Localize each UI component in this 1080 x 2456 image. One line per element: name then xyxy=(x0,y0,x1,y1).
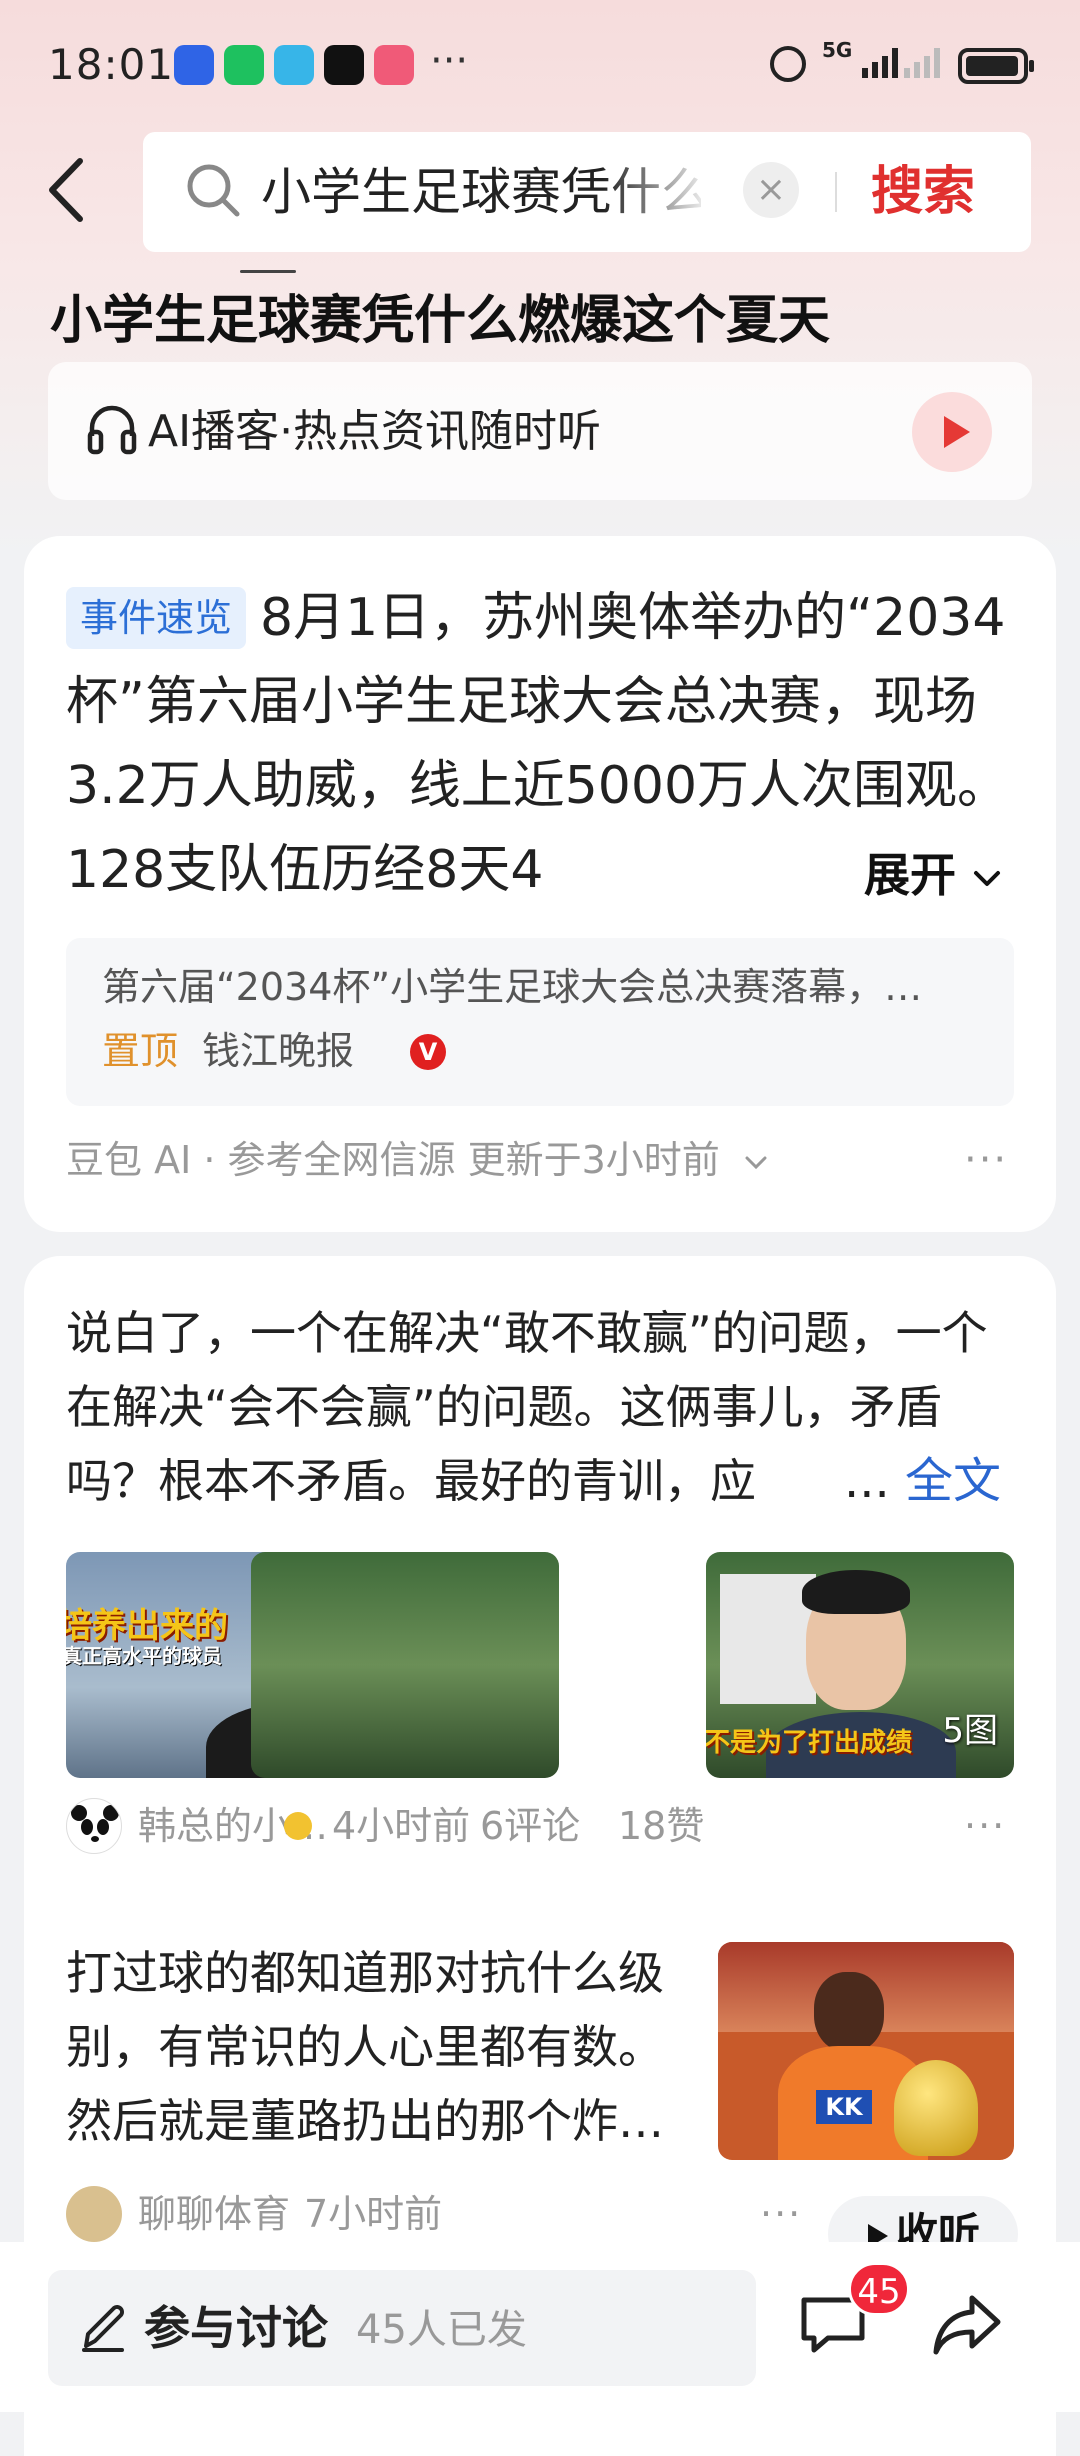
summary-more-button[interactable]: ··· xyxy=(964,1130,1008,1190)
status-bar: 18:01 ··· 5G xyxy=(0,0,1080,135)
comment-count-badge: 45 xyxy=(848,2262,910,2316)
discussion-count: 45人已发 xyxy=(356,2307,527,2353)
status-time: 18:01 xyxy=(48,40,175,89)
post-image-2[interactable] xyxy=(251,1552,559,1778)
reader-app-icon xyxy=(274,45,314,85)
summary-footer[interactable]: 豆包 AI · 参考全网信源 更新于3小时前 xyxy=(66,1130,768,1190)
search-divider xyxy=(835,172,837,212)
post-text[interactable]: 打过球的都知道那对抗什么级别，有常识的人心里都有数。然后就是董路扔出的那个炸… xyxy=(66,1936,706,2158)
panda-avatar[interactable] xyxy=(66,1798,122,1854)
tiktok-app-icon xyxy=(324,45,364,85)
author-avatar[interactable] xyxy=(66,2186,122,2242)
video-app-icon xyxy=(374,45,414,85)
event-tag: 事件速览 xyxy=(66,587,247,649)
comment-count: 6评论 xyxy=(480,1804,581,1848)
post-time: 7小时前 xyxy=(304,2192,443,2236)
chevron-down-icon xyxy=(745,1156,767,1169)
post-meta: 韩总的小… 4小时前 6评论 18赞 ··· xyxy=(66,1796,1026,1856)
headphones-icon xyxy=(86,402,138,460)
source-name: 钱江晚报 xyxy=(202,1029,355,1073)
pen-icon xyxy=(78,2300,128,2358)
baidu-app-icon xyxy=(174,45,214,85)
author-badge-icon xyxy=(284,1812,312,1840)
discussion-input[interactable]: 参与讨论 45人已发 xyxy=(48,2270,756,2386)
source-reference[interactable]: 第六届“2034杯”小学生足球大会总决赛落幕，… 置顶 钱江晚报 V xyxy=(66,938,1014,1106)
pinned-label: 置顶 xyxy=(102,1029,179,1073)
signal-icon xyxy=(862,48,898,78)
summary-footer-text: 豆包 AI · 参考全网信源 更新于3小时前 xyxy=(66,1138,720,1182)
verified-badge-icon: V xyxy=(410,1034,446,1070)
back-icon[interactable] xyxy=(40,155,100,225)
search-button[interactable]: 搜索 xyxy=(871,156,975,228)
status-more-icon: ··· xyxy=(430,38,469,84)
discussion-label: 参与讨论 xyxy=(144,2301,328,2355)
alarm-icon xyxy=(770,46,806,82)
author-name[interactable]: 聊聊体育 xyxy=(138,2184,290,2244)
person-hair xyxy=(802,1570,910,1614)
ellipsis: ... xyxy=(844,1453,890,1509)
post-image-3[interactable]: 不是为了打出成绩 5图 xyxy=(706,1552,1014,1778)
signal-icon-secondary xyxy=(904,48,940,78)
post-more-button[interactable]: ··· xyxy=(760,2184,802,2244)
search-icon xyxy=(185,162,243,224)
battery-icon xyxy=(958,48,1034,84)
player-figure xyxy=(814,1972,884,2052)
podcast-play-button[interactable] xyxy=(912,392,992,472)
scroll-indicator xyxy=(240,270,296,273)
wechat-app-icon xyxy=(224,45,264,85)
full-text-label: 全文 xyxy=(905,1453,1002,1509)
ai-podcast-bar[interactable]: AI播客·热点资讯随时听 xyxy=(48,362,1032,500)
post-image-thumbnail[interactable]: KK xyxy=(718,1942,1014,2160)
trophy xyxy=(894,2060,978,2156)
clear-search-button[interactable]: × xyxy=(743,162,799,218)
bottom-bar: 参与讨论 45人已发 45 xyxy=(0,2242,1080,2412)
expand-label: 展开 xyxy=(864,848,956,902)
page-title: 小学生足球赛凭什么燃爆这个夏天 xyxy=(50,291,831,351)
jersey-sponsor: KK xyxy=(816,2090,872,2124)
expand-fade xyxy=(764,832,874,916)
full-text-link[interactable]: ... 全文 xyxy=(844,1444,1034,1518)
share-icon[interactable] xyxy=(930,2292,1004,2362)
post-more-button[interactable]: ··· xyxy=(964,1796,1006,1856)
event-summary-card: 事件速览 8月1日，苏州奥体举办的“2034杯”第六届小学生足球大会总决赛，现场3… xyxy=(24,536,1056,1232)
like-count: 18赞 xyxy=(618,1804,705,1848)
source-title: 第六届“2034杯”小学生足球大会总决赛落幕，… xyxy=(102,965,923,1009)
post-time: 4小时前 xyxy=(332,1804,471,1848)
expand-button[interactable]: 展开 xyxy=(864,840,1034,910)
image-count: 5图 xyxy=(942,1711,998,1751)
podcast-label: AI播客·热点资讯随时听 xyxy=(148,406,602,457)
chevron-down-icon xyxy=(974,870,1001,886)
search-text-fade xyxy=(603,160,713,224)
network-type: 5G xyxy=(822,38,853,62)
search-bar[interactable]: 小学生足球赛凭什么燃爆这个夏天 × 搜索 xyxy=(143,132,1031,252)
